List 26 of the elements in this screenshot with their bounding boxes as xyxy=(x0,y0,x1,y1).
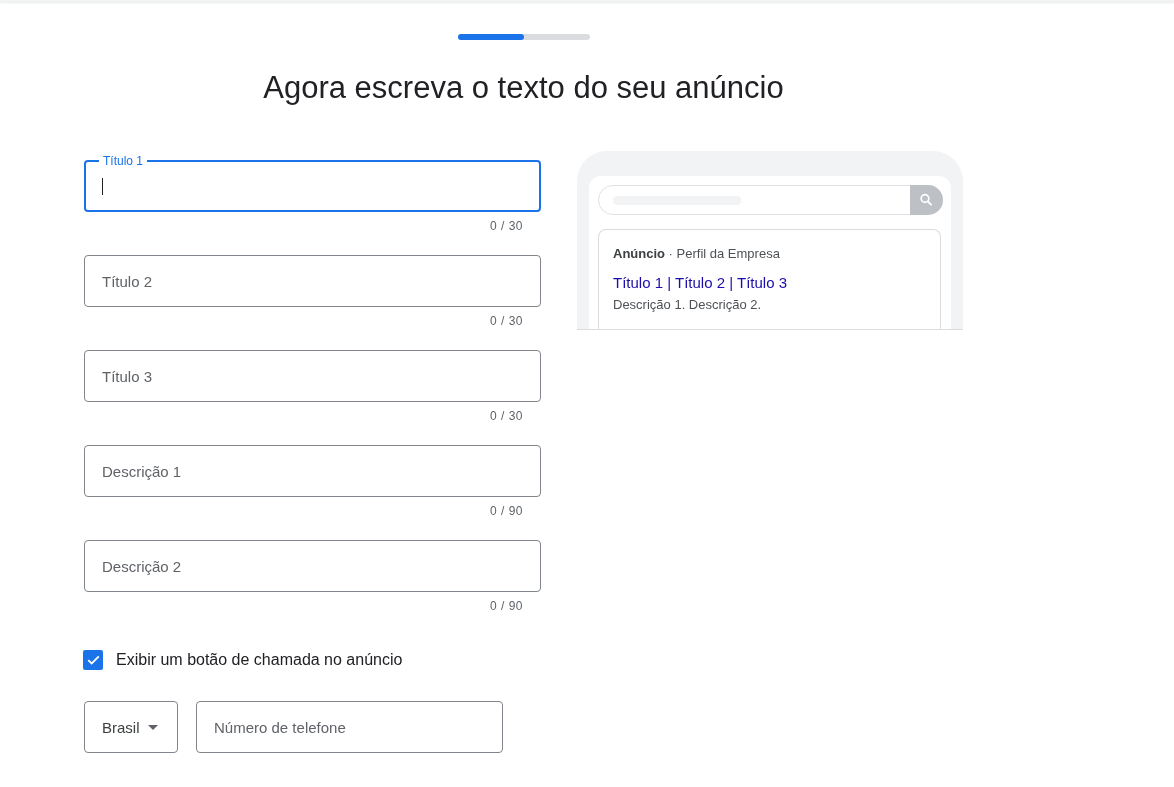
text-cursor xyxy=(102,177,103,195)
field-label: Título 3 xyxy=(102,367,153,385)
input-field[interactable]: Título 2 xyxy=(84,255,541,307)
ad-headline: Título 1 | Título 2 | Título 3 xyxy=(613,273,788,293)
character-counter: 0 / 30 xyxy=(489,218,523,234)
input-field[interactable]: Descrição 1 xyxy=(84,445,541,497)
checkmark-icon xyxy=(86,655,100,665)
caret-icon xyxy=(147,724,158,730)
checkbox[interactable] xyxy=(83,650,103,670)
input-field[interactable]: Descrição 2 xyxy=(84,540,541,592)
ad-attribution: Anúncio · Perfil da Empresa xyxy=(613,245,781,263)
character-counter: 0 / 30 xyxy=(489,313,523,329)
ad-description: Descrição 1. Descrição 2. xyxy=(613,296,763,314)
character-counter: 0 / 90 xyxy=(489,503,523,519)
field-label: Título 2 xyxy=(102,272,153,290)
phone-number-field[interactable]: Número de telefone xyxy=(196,701,503,753)
field-label: Título 1 xyxy=(99,154,148,168)
search-icon xyxy=(910,185,943,215)
character-counter: 0 / 30 xyxy=(489,408,523,424)
country-select[interactable]: Brasil xyxy=(84,701,178,753)
field-label: Descrição 2 xyxy=(102,557,182,575)
checkbox-label[interactable]: Exibir um botão de chamada no anúncio xyxy=(116,651,403,669)
character-counter: 0 / 90 xyxy=(489,598,523,614)
page-heading: Agora escreva o texto do seu anúncio xyxy=(262,70,785,106)
input-field[interactable]: Título 3 xyxy=(84,350,541,402)
field-label: Descrição 1 xyxy=(102,462,182,480)
